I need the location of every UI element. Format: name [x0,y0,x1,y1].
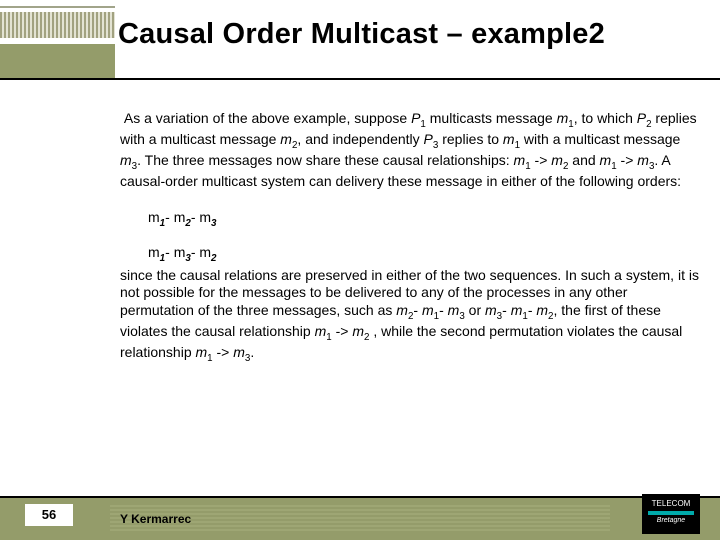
var: m [148,244,160,260]
slide-title: Causal Order Multicast – example2 [118,18,605,51]
var: m [174,244,186,260]
arrow: -> [531,152,552,168]
slide-footer: Y Kermarrec TELECOM Bretagne [0,496,720,540]
order-sequence-2: m1- m3- m2 [148,244,700,265]
footer-author: Y Kermarrec [120,512,191,526]
paragraph-2: since the causal relations are preserved… [120,267,700,365]
text: with a multicast message [520,131,680,147]
logo-text-bottom: Bretagne [642,517,700,525]
var: m [422,302,434,318]
header-deco-line [0,6,115,8]
text: replies to [438,131,503,147]
page-number: 56 [25,504,73,526]
var-m1: m [557,110,569,126]
var: m [174,209,186,225]
var: m [396,302,408,318]
order-sequence-1: m1- m2- m3 [148,209,700,230]
header-deco-strip [0,44,115,78]
var: m [196,344,208,360]
var-m1: m [503,131,515,147]
var: m [148,209,160,225]
paragraph-1: As a variation of the above example, sup… [120,110,700,191]
text: , to which [574,110,637,126]
var: m [536,302,548,318]
var: m [448,302,460,318]
sep: - [413,302,422,318]
sub: 3 [211,217,216,228]
text: multicasts message [426,110,557,126]
var: m [199,209,211,225]
var: m [511,302,523,318]
var: m [551,152,563,168]
text: , and independently [297,131,423,147]
var: m [637,152,649,168]
var: m [233,344,245,360]
sub: 2 [211,252,216,263]
logo-bar [648,511,694,515]
sep: - [165,209,174,225]
sep: - [165,244,174,260]
logo-text-top: TELECOM [642,500,700,509]
slide-content: As a variation of the above example, sup… [120,110,700,383]
header-deco-pattern [0,12,115,38]
var-m3: m [120,152,132,168]
arrow: -> [332,323,353,339]
var-m2: m [280,131,292,147]
text: . [250,344,254,360]
arrow: -> [617,152,638,168]
arrow: -> [213,344,234,360]
var-p2: P [637,110,646,126]
var: m [199,244,211,260]
text: or [465,302,485,318]
sep: - [439,302,448,318]
text: As a variation of the above example, sup… [124,110,411,126]
slide-header: Causal Order Multicast – example2 [0,0,720,78]
var-p3: P [424,131,433,147]
sep: - [502,302,511,318]
var: m [352,323,364,339]
header-underline [0,78,720,80]
telecom-bretagne-logo: TELECOM Bretagne [642,494,700,534]
var: m [315,323,327,339]
var: m [514,152,526,168]
var: m [485,302,497,318]
var: m [600,152,612,168]
text: and [568,152,599,168]
text: . The three messages now share these cau… [137,152,513,168]
